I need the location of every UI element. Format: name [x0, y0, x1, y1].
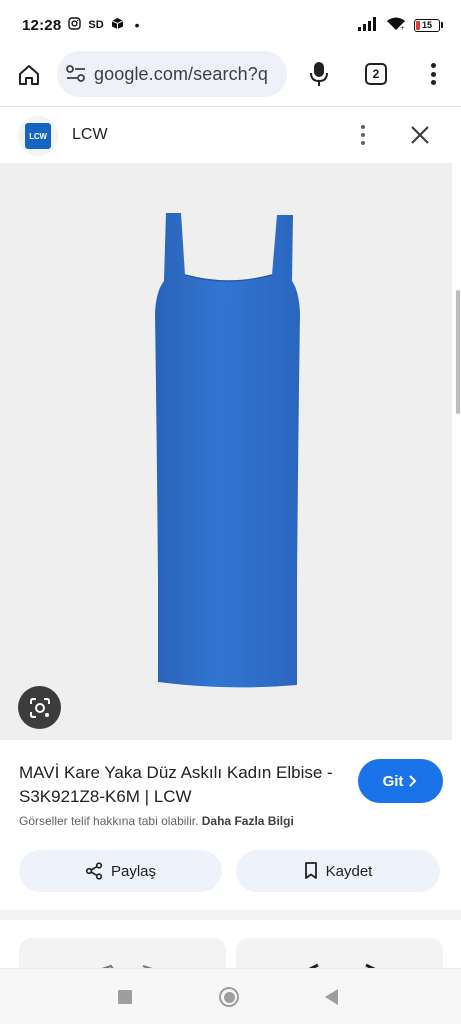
- menu-dot: [430, 63, 436, 68]
- menu-dot: [430, 71, 436, 77]
- home-nav-button[interactable]: [219, 987, 239, 1007]
- lcw-logo: LCW: [25, 123, 51, 149]
- more-dot: [361, 141, 365, 145]
- home-button[interactable]: [14, 60, 44, 90]
- source-logo[interactable]: LCW: [18, 116, 58, 156]
- source-header: LCW LCW: [0, 107, 461, 163]
- more-dot: [361, 125, 365, 129]
- close-button[interactable]: [408, 123, 432, 147]
- tab-count: 2: [372, 67, 380, 81]
- status-bar: 12:28 SD • + 15: [0, 0, 461, 50]
- close-icon: [411, 126, 429, 144]
- source-name[interactable]: LCW: [72, 126, 108, 144]
- battery-body: 15: [414, 18, 440, 32]
- battery-tip: [441, 22, 443, 28]
- instagram-icon: [68, 17, 82, 33]
- home-icon: [19, 65, 39, 85]
- dress-image: [155, 213, 300, 688]
- home-nav-icon: [223, 991, 235, 1003]
- battery-level: 15: [421, 20, 432, 30]
- voice-search-button[interactable]: [306, 59, 332, 89]
- tabs-button[interactable]: 2: [365, 63, 387, 85]
- go-label: Git: [382, 772, 404, 790]
- url-text: google.com/search?q: [94, 63, 269, 84]
- battery-icon: 15: [414, 18, 443, 32]
- recents-button[interactable]: [118, 990, 132, 1004]
- lens-button[interactable]: [18, 686, 61, 729]
- bookmark-icon: [304, 862, 317, 879]
- menu-dot: [430, 80, 436, 85]
- lens-icon: [29, 697, 50, 718]
- source-more-button[interactable]: [357, 124, 369, 146]
- wifi-icon: +: [386, 16, 406, 34]
- go-button[interactable]: Git: [358, 759, 443, 803]
- share-button[interactable]: Paylaş: [19, 850, 222, 892]
- more-info-link[interactable]: Daha Fazla Bilgi: [202, 814, 294, 828]
- chevron-right-icon: [409, 775, 417, 787]
- product-image[interactable]: [0, 163, 452, 740]
- mic-icon: [310, 62, 328, 86]
- share-icon: [85, 862, 103, 880]
- browser-toolbar: google.com/search?q 2: [0, 50, 461, 106]
- notification-dot: •: [134, 17, 140, 33]
- signal-icon: [358, 16, 378, 34]
- svg-text:+: +: [400, 25, 405, 31]
- battery-fill: [416, 20, 420, 30]
- system-nav-bar: [0, 968, 461, 1024]
- scrollbar[interactable]: [456, 290, 460, 414]
- share-label: Paylaş: [110, 862, 157, 880]
- status-right: + 15: [358, 16, 443, 34]
- copyright-text: Görseller telif hakkına tabi olabilir.: [19, 814, 199, 828]
- tune-icon[interactable]: [65, 63, 87, 85]
- back-button[interactable]: [325, 989, 338, 1005]
- copyright-notice: Görseller telif hakkına tabi olabilir. D…: [19, 814, 294, 828]
- result-title[interactable]: MAVİ Kare Yaka Düz Askılı Kadın Elbise -…: [19, 761, 339, 809]
- more-dot: [361, 133, 365, 137]
- save-button[interactable]: Kaydet: [236, 850, 440, 892]
- address-bar[interactable]: google.com/search?q: [57, 51, 287, 97]
- sd-card-icon: SD: [88, 19, 104, 31]
- box-icon: [111, 17, 124, 33]
- status-left: 12:28 SD •: [22, 17, 140, 34]
- browser-menu-button[interactable]: [423, 60, 443, 88]
- status-time: 12:28: [22, 16, 62, 34]
- section-divider: [0, 910, 461, 920]
- save-label: Kaydet: [325, 862, 373, 880]
